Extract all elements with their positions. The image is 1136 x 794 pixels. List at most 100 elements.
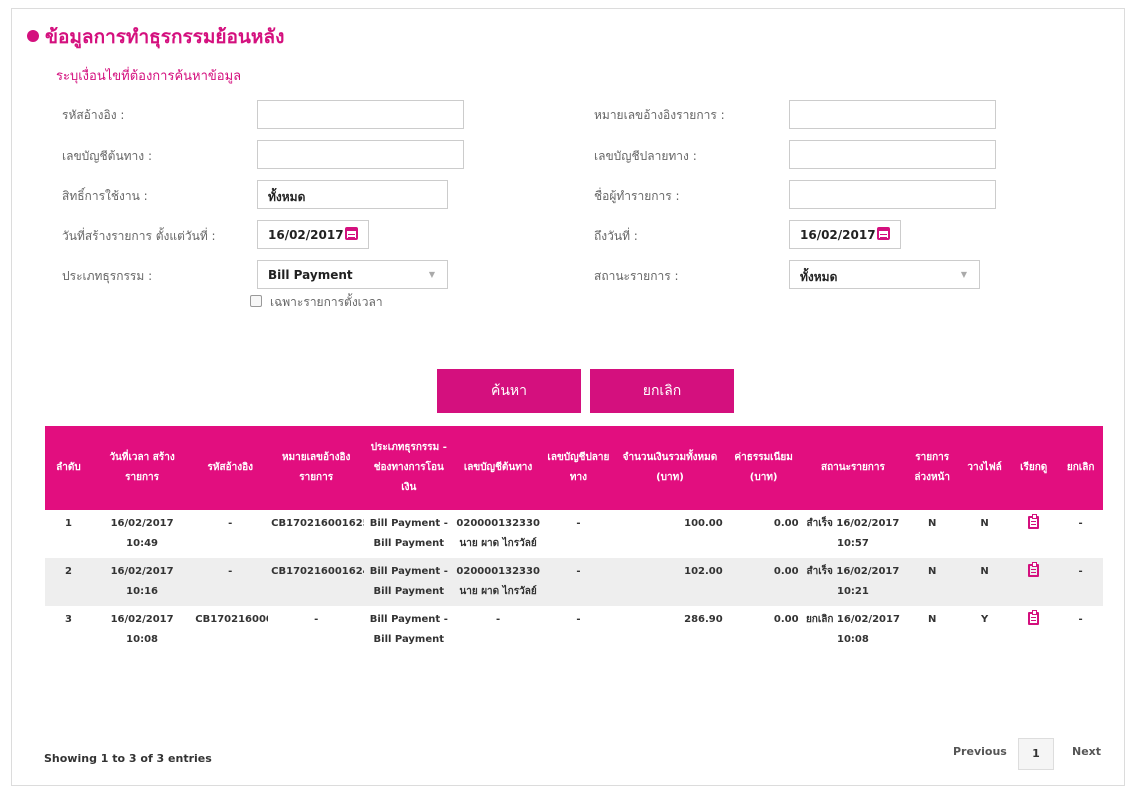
cell-dst-account: - xyxy=(576,518,581,529)
col-header: จำนวนเงินรวมทั้งหมด (บาท) xyxy=(622,452,718,483)
cell-view xyxy=(1009,510,1058,558)
calendar-icon[interactable] xyxy=(345,227,358,240)
cell-file: N xyxy=(980,518,989,529)
col-header: สถานะรายการ xyxy=(820,462,885,473)
ref-id-input[interactable] xyxy=(257,100,464,129)
caret-down-icon: ▼ xyxy=(428,270,435,279)
next-page-button[interactable]: Next xyxy=(1072,745,1101,758)
src-account-label: เลขบัญชีต้นทาง : xyxy=(62,149,153,163)
cell-dst-account: - xyxy=(576,614,581,625)
col-header: รหัสอ้างอิง xyxy=(207,462,253,473)
cell-txn-ref: CB17021600162492 xyxy=(271,566,364,577)
table-row: 3 16/02/2017 10:08 CB17021600033782 - Bi… xyxy=(45,606,1103,654)
cell-dst-account: - xyxy=(576,566,581,577)
cell-status: ยกเลิก 16/02/2017 10:08 xyxy=(805,614,900,645)
cell-ref-id: - xyxy=(228,566,233,577)
page-subtitle: ระบุเงื่อนไขที่ต้องการค้นหาข้อมูล xyxy=(56,69,242,84)
date-from-value: 16/02/2017 xyxy=(268,228,344,242)
cell-fee: 0.00 xyxy=(773,566,799,577)
date-from-input[interactable]: 16/02/2017 xyxy=(257,220,369,249)
table-row: 2 16/02/2017 10:16 - CB17021600162492 Bi… xyxy=(45,558,1103,606)
cell-src-account: - xyxy=(495,614,501,625)
cell-txn-ref: - xyxy=(314,614,319,625)
table-row: 1 16/02/2017 10:49 - CB17021600162510 Bi… xyxy=(45,510,1103,558)
results-table: ลำดับ วันที่เวลา สร้างรายการ รหัสอ้างอิง… xyxy=(45,426,1103,654)
col-header: วางไฟล์ xyxy=(967,462,1002,473)
cell-txn-ref: CB17021600162510 xyxy=(271,518,364,529)
cell-cancel: - xyxy=(1078,518,1083,529)
txn-type-value: Bill Payment xyxy=(268,268,353,282)
date-to-value: 16/02/2017 xyxy=(800,228,876,242)
table-header-row: ลำดับ วันที่เวลา สร้างรายการ รหัสอ้างอิง… xyxy=(45,426,1103,510)
page-title-text: ข้อมูลการทำธุรกรรมย้อนหลัง xyxy=(45,26,285,48)
clipboard-icon[interactable] xyxy=(1028,610,1040,625)
date-to-input[interactable]: 16/02/2017 xyxy=(789,220,901,249)
entries-info: Showing 1 to 3 of 3 entries xyxy=(44,752,212,765)
cell-amount: 100.00 xyxy=(684,518,723,529)
cell-index: 2 xyxy=(64,566,72,577)
clipboard-icon[interactable] xyxy=(1028,514,1040,529)
dst-account-input[interactable] xyxy=(789,140,996,169)
col-header: ประเภทธุรกรรม - ช่องทางการโอนเงิน xyxy=(370,442,447,493)
cell-scheduled: N xyxy=(927,566,937,577)
col-header: ลำดับ xyxy=(56,462,81,473)
page-title: ข้อมูลการทำธุรกรรมย้อนหลัง xyxy=(27,22,284,52)
txn-status-label: สถานะรายการ : xyxy=(594,269,679,283)
src-account-input[interactable] xyxy=(257,140,464,169)
scheduled-only-label: เฉพาะรายการตั้งเวลา xyxy=(270,295,383,309)
cell-ref-id: CB17021600033782 xyxy=(195,614,268,625)
txn-ref-label: หมายเลขอ้างอิงรายการ : xyxy=(594,108,725,122)
caret-down-icon: ▼ xyxy=(960,270,967,279)
cell-src-account: 020000132330 นาย ผาด ไกรวัลย์ xyxy=(456,518,540,549)
col-header: เลขบัญชีปลายทาง xyxy=(547,452,610,483)
cell-cancel: - xyxy=(1078,614,1083,625)
col-header: เรียกดู xyxy=(1020,462,1048,473)
cell-index: 3 xyxy=(64,614,72,625)
date-from-label: วันที่สร้างรายการ ตั้งแต่วันที่ : xyxy=(62,229,216,243)
cell-file: Y xyxy=(980,614,989,625)
txn-type-select[interactable]: Bill Payment ▼ xyxy=(257,260,448,289)
cell-view xyxy=(1009,606,1058,654)
usage-right-value: ทั้งหมด xyxy=(268,190,306,204)
txn-status-select[interactable]: ทั้งหมด ▼ xyxy=(789,260,980,289)
col-header: ค่าธรรมเนียม (บาท) xyxy=(734,452,793,483)
cell-amount: 102.00 xyxy=(684,566,723,577)
cell-status: สำเร็จ 16/02/2017 10:57 xyxy=(806,518,900,549)
calendar-icon[interactable] xyxy=(877,227,890,240)
cell-view xyxy=(1009,558,1058,606)
cell-ref-id: - xyxy=(228,518,233,529)
scheduled-only-checkbox[interactable]: เฉพาะรายการตั้งเวลา xyxy=(250,293,383,312)
dst-account-label: เลขบัญชีปลายทาง : xyxy=(594,149,697,163)
cell-cancel: - xyxy=(1078,566,1083,577)
cell-created: 16/02/2017 10:16 xyxy=(110,566,174,597)
cell-file: N xyxy=(980,566,989,577)
cell-src-account: 020000132330 นาย ผาด ไกรวัลย์ xyxy=(456,566,540,597)
col-header: เลขบัญชีต้นทาง xyxy=(463,462,533,473)
clipboard-icon[interactable] xyxy=(1028,562,1040,577)
cancel-button[interactable]: ยกเลิก xyxy=(590,369,734,413)
checkbox-box[interactable] xyxy=(250,295,262,307)
cell-status: สำเร็จ 16/02/2017 10:21 xyxy=(806,566,900,597)
bullet-dot xyxy=(27,30,39,42)
txn-ref-input[interactable] xyxy=(789,100,996,129)
cell-index: 1 xyxy=(64,518,72,529)
cell-created: 16/02/2017 10:49 xyxy=(110,518,174,549)
cell-created: 16/02/2017 10:08 xyxy=(110,614,174,645)
cell-fee: 0.00 xyxy=(773,614,799,625)
maker-name-label: ชื่อผู้ทำรายการ : xyxy=(594,189,680,203)
date-to-label: ถึงวันที่ : xyxy=(594,229,638,243)
txn-type-label: ประเภทธุรกรรม : xyxy=(62,269,153,283)
maker-name-input[interactable] xyxy=(789,180,996,209)
cell-txn-type: Bill Payment - Bill Payment xyxy=(369,614,448,645)
usage-right-input[interactable]: ทั้งหมด xyxy=(257,180,448,209)
cell-scheduled: N xyxy=(927,518,937,529)
cell-scheduled: N xyxy=(927,614,937,625)
col-header: วันที่เวลา สร้างรายการ xyxy=(109,452,175,483)
txn-status-value: ทั้งหมด xyxy=(800,270,838,284)
previous-page-button[interactable]: Previous xyxy=(953,745,1007,758)
col-header: ยกเลิก xyxy=(1066,462,1095,473)
cell-amount: 286.90 xyxy=(684,614,723,625)
col-header: หมายเลขอ้างอิงรายการ xyxy=(281,452,351,483)
search-button[interactable]: ค้นหา xyxy=(437,369,581,413)
page-number-button[interactable]: 1 xyxy=(1018,738,1054,770)
